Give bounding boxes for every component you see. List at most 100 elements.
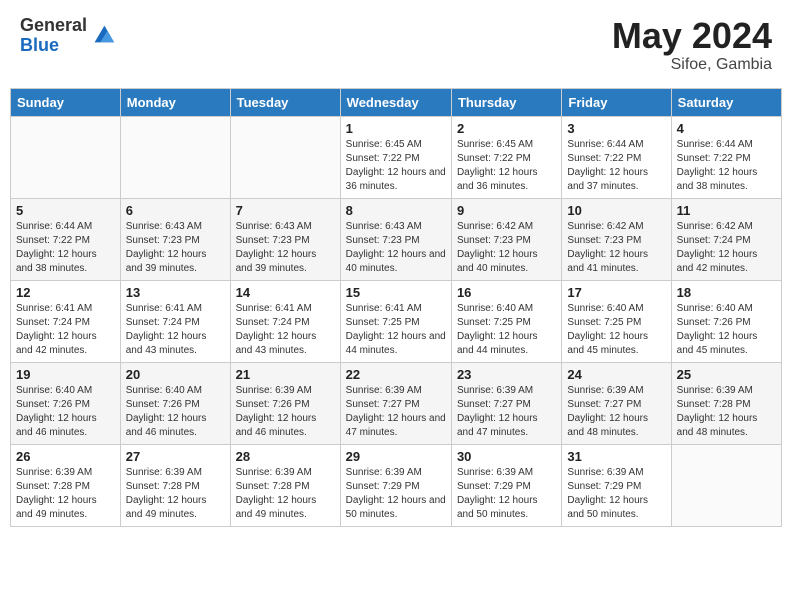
calendar-cell: 27 Sunrise: 6:39 AMSunset: 7:28 PMDayligh…: [120, 444, 230, 526]
cell-sun-info: Sunrise: 6:40 AMSunset: 7:26 PMDaylight:…: [677, 302, 776, 358]
calendar-cell: 4 Sunrise: 6:44 AMSunset: 7:22 PMDaylight…: [671, 116, 781, 198]
cell-sun-info: Sunrise: 6:40 AMSunset: 7:25 PMDaylight:…: [457, 302, 556, 358]
calendar-cell: 11 Sunrise: 6:42 AMSunset: 7:24 PMDayligh…: [671, 198, 781, 280]
calendar-cell: 6 Sunrise: 6:43 AMSunset: 7:23 PMDaylight…: [120, 198, 230, 280]
day-header-thursday: Thursday: [451, 88, 561, 116]
cell-day-number: 29: [346, 449, 446, 464]
cell-day-number: 5: [16, 203, 115, 218]
day-header-monday: Monday: [120, 88, 230, 116]
calendar-cell: 9 Sunrise: 6:42 AMSunset: 7:23 PMDaylight…: [451, 198, 561, 280]
calendar-cell: 29 Sunrise: 6:39 AMSunset: 7:29 PMDayligh…: [340, 444, 451, 526]
cell-sun-info: Sunrise: 6:39 AMSunset: 7:28 PMDaylight:…: [236, 466, 335, 522]
cell-sun-info: Sunrise: 6:39 AMSunset: 7:29 PMDaylight:…: [346, 466, 446, 522]
cell-day-number: 11: [677, 203, 776, 218]
cell-day-number: 30: [457, 449, 556, 464]
cell-sun-info: Sunrise: 6:44 AMSunset: 7:22 PMDaylight:…: [16, 220, 115, 276]
cell-sun-info: Sunrise: 6:43 AMSunset: 7:23 PMDaylight:…: [126, 220, 225, 276]
cell-day-number: 10: [567, 203, 665, 218]
calendar-cell: 23Sunrise: 6:39 AMSunset: 7:27 PMDayligh…: [451, 362, 561, 444]
calendar-header: SundayMondayTuesdayWednesdayThursdayFrid…: [11, 88, 782, 116]
cell-day-number: 8: [346, 203, 446, 218]
calendar-cell: 14Sunrise: 6:41 AMSunset: 7:24 PMDayligh…: [230, 280, 340, 362]
cell-day-number: 22: [346, 367, 446, 382]
day-header-saturday: Saturday: [671, 88, 781, 116]
logo-text: General Blue: [20, 16, 87, 56]
calendar-cell: 2Sunrise: 6:45 AMSunset: 7:22 PMDaylight…: [451, 116, 561, 198]
calendar-cell: 24Sunrise: 6:39 AMSunset: 7:27 PMDayligh…: [562, 362, 671, 444]
day-header-tuesday: Tuesday: [230, 88, 340, 116]
day-header-sunday: Sunday: [11, 88, 121, 116]
cell-day-number: 20: [126, 367, 225, 382]
cell-day-number: 1: [346, 121, 446, 136]
logo-blue: Blue: [20, 36, 87, 56]
week-row-1: 1 Sunrise: 6:45 AMSunset: 7:22 PMDaylight…: [11, 116, 782, 198]
calendar-cell: 16 Sunrise: 6:40 AMSunset: 7:25 PMDayligh…: [451, 280, 561, 362]
calendar-cell: 13 Sunrise: 6:41 AMSunset: 7:24 PMDayligh…: [120, 280, 230, 362]
cell-day-number: 12: [16, 285, 115, 300]
cell-sun-info: Sunrise: 6:42 AMSunset: 7:23 PMDaylight:…: [457, 220, 556, 276]
cell-sun-info: Sunrise: 6:41 AMSunset: 7:24 PMDaylight:…: [126, 302, 225, 358]
cell-day-number: 21: [236, 367, 335, 382]
calendar-cell: 19Sunrise: 6:40 AMSunset: 7:26 PMDayligh…: [11, 362, 121, 444]
cell-sun-info: Sunrise: 6:39 AMSunset: 7:29 PMDaylight:…: [567, 466, 665, 522]
cell-day-number: 31: [567, 449, 665, 464]
cell-day-number: 16: [457, 285, 556, 300]
logo: General Blue: [20, 16, 117, 56]
cell-sun-info: Sunrise: 6:44 AMSunset: 7:22 PMDaylight:…: [567, 138, 665, 194]
cell-sun-info: Sunrise: 6:40 AMSunset: 7:26 PMDaylight:…: [16, 384, 115, 440]
calendar-cell: 15Sunrise: 6:41 AMSunset: 7:25 PMDayligh…: [340, 280, 451, 362]
cell-sun-info: Sunrise: 6:39 AMSunset: 7:28 PMDaylight:…: [126, 466, 225, 522]
calendar-cell: 25 Sunrise: 6:39 AMSunset: 7:28 PMDayligh…: [671, 362, 781, 444]
cell-day-number: 13: [126, 285, 225, 300]
cell-sun-info: Sunrise: 6:39 AMSunset: 7:29 PMDaylight:…: [457, 466, 556, 522]
cell-sun-info: Sunrise: 6:41 AMSunset: 7:24 PMDaylight:…: [16, 302, 115, 358]
calendar-cell: 7Sunrise: 6:43 AMSunset: 7:23 PMDaylight…: [230, 198, 340, 280]
cell-day-number: 3: [567, 121, 665, 136]
cell-sun-info: Sunrise: 6:43 AMSunset: 7:23 PMDaylight:…: [236, 220, 335, 276]
cell-sun-info: Sunrise: 6:39 AMSunset: 7:26 PMDaylight:…: [236, 384, 335, 440]
cell-day-number: 14: [236, 285, 335, 300]
cell-day-number: 27: [126, 449, 225, 464]
calendar-cell: [120, 116, 230, 198]
day-header-friday: Friday: [562, 88, 671, 116]
calendar-cell: 10 Sunrise: 6:42 AMSunset: 7:23 PMDayligh…: [562, 198, 671, 280]
cell-sun-info: Sunrise: 6:42 AMSunset: 7:24 PMDaylight:…: [677, 220, 776, 276]
cell-sun-info: Sunrise: 6:39 AMSunset: 7:27 PMDaylight:…: [567, 384, 665, 440]
cell-day-number: 2: [457, 121, 556, 136]
page-header: General Blue May 2024 Sifoe, Gambia: [10, 10, 782, 80]
cell-day-number: 28: [236, 449, 335, 464]
logo-icon: [89, 20, 117, 48]
cell-day-number: 9: [457, 203, 556, 218]
calendar-cell: 1 Sunrise: 6:45 AMSunset: 7:22 PMDaylight…: [340, 116, 451, 198]
calendar-cell: [11, 116, 121, 198]
cell-sun-info: Sunrise: 6:39 AMSunset: 7:28 PMDaylight:…: [677, 384, 776, 440]
cell-sun-info: Sunrise: 6:42 AMSunset: 7:23 PMDaylight:…: [567, 220, 665, 276]
cell-day-number: 23: [457, 367, 556, 382]
cell-day-number: 6: [126, 203, 225, 218]
cell-day-number: 25: [677, 367, 776, 382]
calendar-table: SundayMondayTuesdayWednesdayThursdayFrid…: [10, 88, 782, 527]
cell-sun-info: Sunrise: 6:40 AMSunset: 7:26 PMDaylight:…: [126, 384, 225, 440]
cell-day-number: 15: [346, 285, 446, 300]
week-row-4: 19Sunrise: 6:40 AMSunset: 7:26 PMDayligh…: [11, 362, 782, 444]
calendar-body: 1 Sunrise: 6:45 AMSunset: 7:22 PMDaylight…: [11, 116, 782, 526]
title-block: May 2024 Sifoe, Gambia: [612, 16, 772, 74]
day-header-wednesday: Wednesday: [340, 88, 451, 116]
cell-day-number: 17: [567, 285, 665, 300]
cell-day-number: 4: [677, 121, 776, 136]
logo-general: General: [20, 16, 87, 36]
cell-sun-info: Sunrise: 6:44 AMSunset: 7:22 PMDaylight:…: [677, 138, 776, 194]
calendar-cell: [230, 116, 340, 198]
cell-sun-info: Sunrise: 6:45 AMSunset: 7:22 PMDaylight:…: [346, 138, 446, 194]
calendar-cell: 18Sunrise: 6:40 AMSunset: 7:26 PMDayligh…: [671, 280, 781, 362]
week-row-5: 26 Sunrise: 6:39 AMSunset: 7:28 PMDayligh…: [11, 444, 782, 526]
cell-day-number: 26: [16, 449, 115, 464]
calendar-location: Sifoe, Gambia: [612, 56, 772, 74]
cell-sun-info: Sunrise: 6:39 AMSunset: 7:28 PMDaylight:…: [16, 466, 115, 522]
week-row-2: 5 Sunrise: 6:44 AMSunset: 7:22 PMDaylight…: [11, 198, 782, 280]
calendar-cell: 17Sunrise: 6:40 AMSunset: 7:25 PMDayligh…: [562, 280, 671, 362]
calendar-cell: 30 Sunrise: 6:39 AMSunset: 7:29 PMDayligh…: [451, 444, 561, 526]
calendar-title: May 2024: [612, 16, 772, 56]
calendar-cell: 28 Sunrise: 6:39 AMSunset: 7:28 PMDayligh…: [230, 444, 340, 526]
cell-sun-info: Sunrise: 6:43 AMSunset: 7:23 PMDaylight:…: [346, 220, 446, 276]
